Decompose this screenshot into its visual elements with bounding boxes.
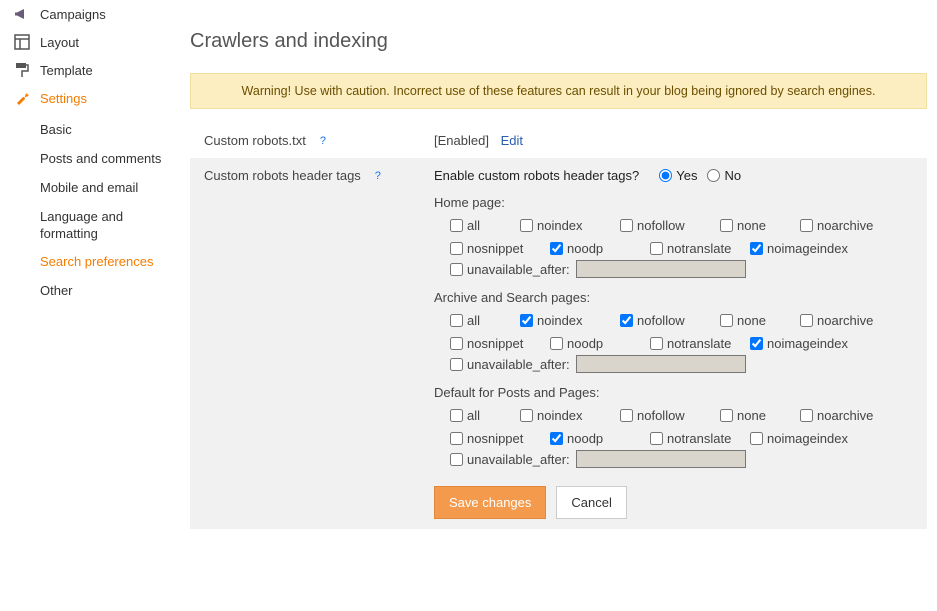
cb-home-none[interactable]: none <box>720 218 800 233</box>
sidebar-item-label: Settings <box>40 91 87 106</box>
enable-question: Enable custom robots header tags? <box>434 168 639 183</box>
cancel-button[interactable]: Cancel <box>556 486 626 519</box>
edit-robots-txt-link[interactable]: Edit <box>501 133 523 148</box>
row-custom-robots-txt: Custom robots.txt ? [Enabled] Edit <box>190 123 927 158</box>
subnav-item-other[interactable]: Other <box>40 277 180 306</box>
cb-posts-all[interactable]: all <box>450 408 520 423</box>
cb-archive-none[interactable]: none <box>720 313 800 328</box>
cb-home-noarchive[interactable]: noarchive <box>800 218 900 233</box>
input-posts-unavailable-after[interactable] <box>576 450 746 468</box>
cb-archive-noarchive[interactable]: noarchive <box>800 313 900 328</box>
cb-home-noimageindex[interactable]: noimageindex <box>750 241 848 256</box>
sidebar-item-label: Layout <box>40 35 79 50</box>
radio-yes-label[interactable]: Yes <box>659 168 697 183</box>
sidebar-item-campaigns[interactable]: Campaigns <box>10 0 180 28</box>
subnav-item-search-preferences[interactable]: Search preferences <box>40 248 180 277</box>
home-checkbox-grid: all noindex nofollow none noarchive nosn… <box>434 218 913 256</box>
cb-posts-noindex[interactable]: noindex <box>520 408 620 423</box>
cb-home-noindex[interactable]: noindex <box>520 218 620 233</box>
sidebar-item-layout[interactable]: Layout <box>10 28 180 56</box>
cb-posts-none[interactable]: none <box>720 408 800 423</box>
cb-archive-unavailable-after[interactable]: unavailable_after: <box>450 357 570 372</box>
cb-archive-noodp[interactable]: noodp <box>550 336 650 351</box>
warning-banner: Warning! Use with caution. Incorrect use… <box>190 73 927 109</box>
cb-home-unavailable-after[interactable]: unavailable_after: <box>450 262 570 277</box>
subnav-item-posts-comments[interactable]: Posts and comments <box>40 145 180 174</box>
cb-home-noodp[interactable]: noodp <box>550 241 650 256</box>
sidebar-item-label: Campaigns <box>40 7 106 22</box>
input-archive-unavailable-after[interactable] <box>576 355 746 373</box>
cb-posts-unavailable-after[interactable]: unavailable_after: <box>450 452 570 467</box>
subnav-item-language-formatting[interactable]: Language and formatting <box>40 203 180 249</box>
sidebar-item-template[interactable]: Template <box>10 56 180 84</box>
subnav-item-mobile-email[interactable]: Mobile and email <box>40 174 180 203</box>
cb-home-notranslate[interactable]: notranslate <box>650 241 750 256</box>
cb-home-nofollow[interactable]: nofollow <box>620 218 720 233</box>
wrench-icon <box>14 90 30 106</box>
layout-icon <box>14 34 30 50</box>
sidebar-item-label: Template <box>40 63 93 78</box>
help-icon[interactable]: ? <box>316 134 330 148</box>
posts-checkbox-grid: all noindex nofollow none noarchive nosn… <box>434 408 913 446</box>
label-custom-robots-header-tags: Custom robots header tags <box>204 168 361 183</box>
section-home-label: Home page: <box>434 195 913 210</box>
page-title: Crawlers and indexing <box>190 30 927 53</box>
cb-posts-noarchive[interactable]: noarchive <box>800 408 900 423</box>
cb-home-all[interactable]: all <box>450 218 520 233</box>
label-custom-robots-txt: Custom robots.txt <box>204 133 306 148</box>
cb-posts-noodp[interactable]: noodp <box>550 431 650 446</box>
cb-posts-nosnippet[interactable]: nosnippet <box>450 431 550 446</box>
cb-posts-noimageindex[interactable]: noimageindex <box>750 431 848 446</box>
section-posts-label: Default for Posts and Pages: <box>434 385 913 400</box>
radio-no[interactable] <box>707 169 720 182</box>
cb-archive-notranslate[interactable]: notranslate <box>650 336 750 351</box>
cb-home-nosnippet[interactable]: nosnippet <box>450 241 550 256</box>
cb-posts-notranslate[interactable]: notranslate <box>650 431 750 446</box>
cb-archive-nosnippet[interactable]: nosnippet <box>450 336 550 351</box>
row-custom-robots-header-tags: Custom robots header tags ? Enable custo… <box>190 158 927 529</box>
cb-posts-nofollow[interactable]: nofollow <box>620 408 720 423</box>
sidebar-item-settings[interactable]: Settings <box>10 84 180 112</box>
radio-yes[interactable] <box>659 169 672 182</box>
paint-roller-icon <box>14 62 30 78</box>
input-home-unavailable-after[interactable] <box>576 260 746 278</box>
radio-no-label[interactable]: No <box>707 168 741 183</box>
subnav-item-basic[interactable]: Basic <box>40 116 180 145</box>
help-icon[interactable]: ? <box>371 169 385 183</box>
cb-archive-all[interactable]: all <box>450 313 520 328</box>
cb-archive-noindex[interactable]: noindex <box>520 313 620 328</box>
cb-archive-noimageindex[interactable]: noimageindex <box>750 336 848 351</box>
cb-archive-nofollow[interactable]: nofollow <box>620 313 720 328</box>
robots-txt-status: [Enabled] <box>434 133 489 148</box>
section-archive-label: Archive and Search pages: <box>434 290 913 305</box>
archive-checkbox-grid: all noindex nofollow none noarchive nosn… <box>434 313 913 351</box>
megaphone-icon <box>14 6 30 22</box>
save-changes-button[interactable]: Save changes <box>434 486 546 519</box>
